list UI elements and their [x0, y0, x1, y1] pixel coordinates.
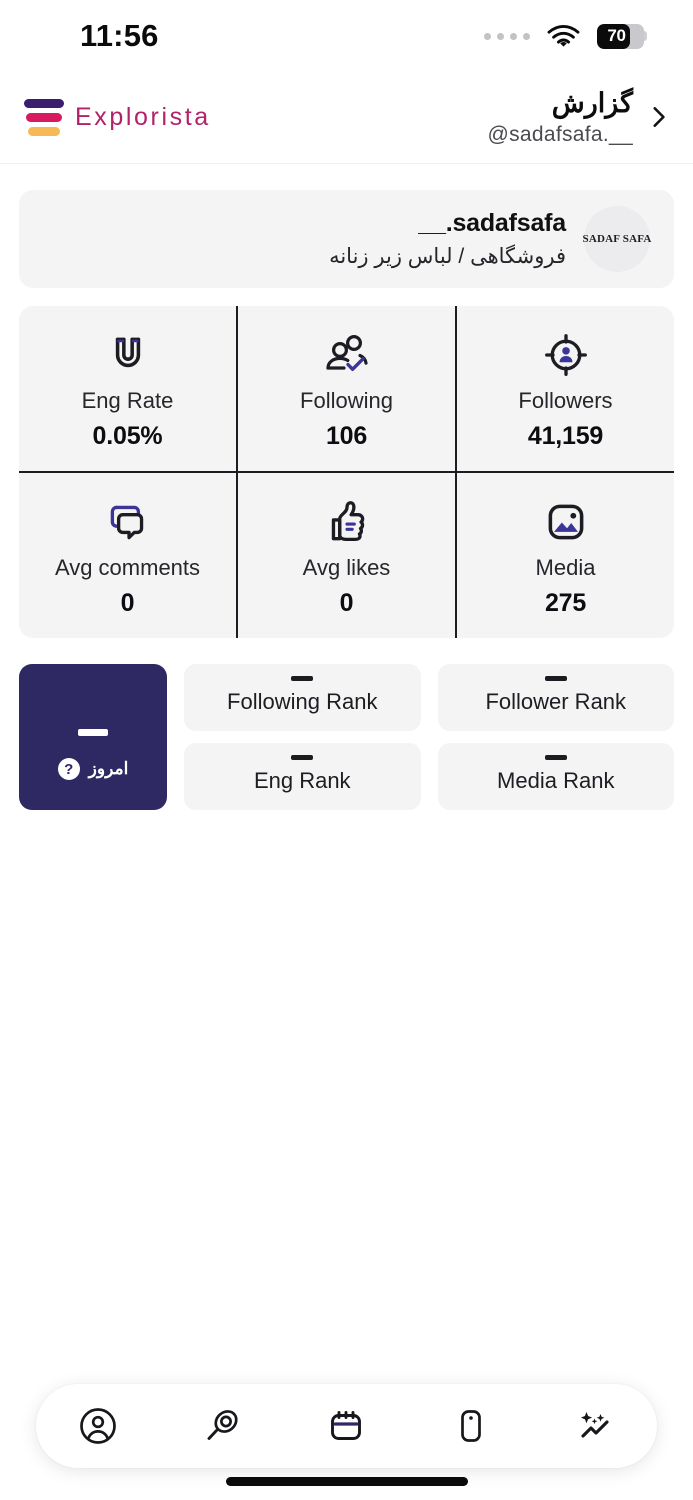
stat-label: Avg likes — [302, 555, 391, 580]
nav-item-calendar[interactable] — [315, 1395, 377, 1457]
stat-following[interactable]: Following 106 — [236, 306, 455, 471]
stat-label: Eng Rate — [81, 388, 174, 413]
stat-value: 0 — [120, 589, 135, 617]
bottom-navigation — [36, 1384, 657, 1468]
explorista-logo-icon — [24, 99, 64, 136]
nav-item-analytics[interactable] — [564, 1395, 626, 1457]
battery-icon: 70 — [597, 23, 644, 49]
rank-label: Media Rank — [497, 768, 615, 793]
today-card[interactable]: امروز ? — [19, 664, 167, 810]
rank-card-media[interactable]: Media Rank — [437, 743, 674, 810]
rank-value — [291, 676, 314, 681]
stats-row-top: Eng Rate 0.05% Following 106 Followers 4… — [19, 306, 674, 473]
stat-avg-likes[interactable]: Avg likes 0 — [236, 473, 455, 638]
status-bar: 11:56 70 — [0, 0, 693, 72]
nav-item-search[interactable] — [191, 1395, 253, 1457]
profile-card[interactable]: __.sadafsafa فروشگاهی / لباس زیر زنانه S… — [19, 190, 674, 288]
wifi-icon — [547, 24, 580, 47]
rank-card-eng[interactable]: Eng Rank — [184, 743, 421, 810]
header-account[interactable]: گزارش @sadafsafa.__ — [488, 88, 671, 146]
today-label: امروز — [88, 759, 129, 778]
stat-label: Following — [300, 388, 393, 413]
nav-item-profile[interactable] — [67, 1395, 129, 1457]
rank-label: Eng Rank — [253, 768, 351, 793]
rank-value — [544, 755, 567, 760]
stat-label: Media — [535, 555, 596, 580]
rank-card-follower[interactable]: Follower Rank — [437, 664, 674, 731]
avatar: SADAF SAFA — [582, 206, 652, 272]
today-value — [78, 729, 108, 736]
sparkle-chart-icon — [580, 1412, 609, 1438]
profile-bio: فروشگاهی / لباس زیر زنانه — [329, 245, 566, 268]
rank-value — [544, 676, 567, 681]
today-footer: امروز ? — [57, 758, 129, 780]
rank-value — [291, 755, 314, 760]
app-header: Explorista گزارش @sadafsafa.__ — [0, 72, 693, 164]
stat-value: 275 — [544, 589, 587, 617]
question-mark-icon[interactable]: ? — [57, 758, 80, 780]
chevron-right-icon[interactable] — [645, 104, 671, 130]
calendar-icon — [331, 1411, 362, 1440]
app-screen: 11:56 70 Explorista گزارش @sadafsafa.__ … — [0, 0, 693, 1500]
page-title: گزارش — [551, 88, 633, 119]
stats-row-bottom: Avg comments 0 Avg likes 0 Media 275 — [19, 473, 674, 638]
header-titles: گزارش @sadafsafa.__ — [488, 88, 633, 146]
stat-label: Followers — [518, 388, 613, 413]
nav-item-device[interactable] — [440, 1395, 502, 1457]
stat-eng-rate[interactable]: Eng Rate 0.05% — [19, 306, 236, 471]
user-circle-icon — [80, 1408, 116, 1444]
profile-texts: __.sadafsafa فروشگاهی / لباس زیر زنانه — [329, 209, 566, 269]
profile-handle: __.sadafsafa — [418, 209, 566, 237]
stat-value: 41,159 — [527, 422, 604, 450]
chat-bubbles-icon — [103, 495, 153, 549]
users-check-icon — [321, 328, 373, 382]
stat-label: Avg comments — [54, 555, 201, 580]
rank-label: Following Rank — [227, 689, 378, 714]
magnet-icon — [103, 328, 153, 382]
home-indicator — [225, 1477, 468, 1486]
target-person-icon — [541, 328, 591, 382]
stat-avg-comments[interactable]: Avg comments 0 — [19, 473, 236, 638]
magnifier-icon — [207, 1410, 238, 1440]
phone-icon — [460, 1410, 481, 1442]
rank-grid: Following Rank Follower Rank Eng Rank Me… — [184, 664, 674, 810]
account-handle: @sadafsafa.__ — [487, 122, 633, 146]
brand-name: Explorista — [75, 103, 211, 131]
status-time: 11:56 — [80, 18, 159, 53]
stat-media[interactable]: Media 275 — [455, 473, 674, 638]
main-content: __.sadafsafa فروشگاهی / لباس زیر زنانه S… — [0, 164, 693, 810]
stat-value: 0.05% — [92, 422, 163, 450]
battery-percent: 70 — [607, 26, 626, 45]
avatar-label: SADAF SAFA — [582, 233, 652, 245]
image-icon — [541, 495, 591, 549]
rank-label: Follower Rank — [485, 689, 627, 714]
rank-section: امروز ? Following Rank Follower Rank Eng… — [19, 664, 674, 810]
signal-dots-icon — [484, 32, 530, 40]
rank-card-following[interactable]: Following Rank — [184, 664, 421, 731]
stats-grid: Eng Rate 0.05% Following 106 Followers 4… — [19, 306, 674, 638]
thumbs-up-icon — [322, 495, 372, 549]
stat-followers[interactable]: Followers 41,159 — [455, 306, 674, 471]
stat-value: 0 — [339, 589, 354, 617]
stat-value: 106 — [325, 422, 368, 450]
brand-logo[interactable]: Explorista — [24, 99, 211, 136]
status-indicators: 70 — [484, 23, 647, 49]
